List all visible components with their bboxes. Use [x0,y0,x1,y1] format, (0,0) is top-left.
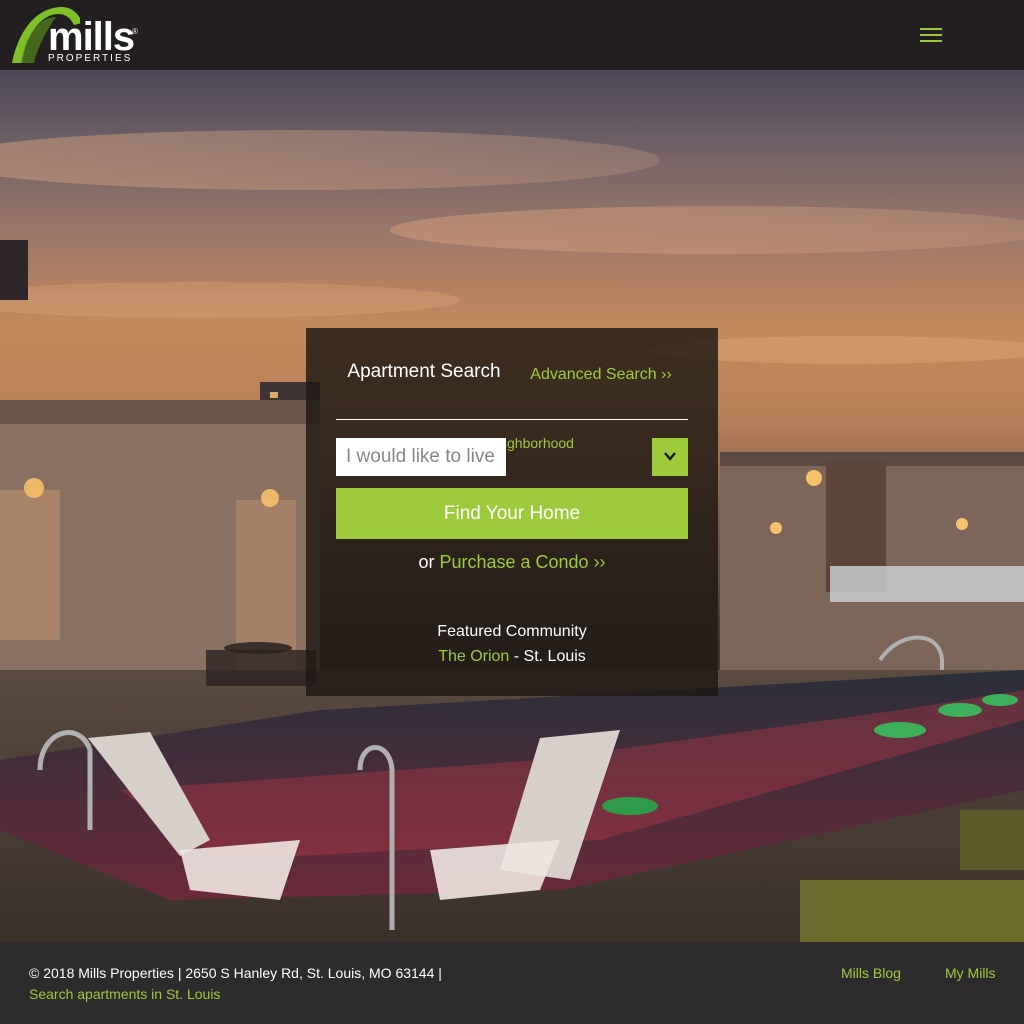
site-footer: © 2018 Mills Properties | 2650 S Hanley … [0,942,1024,1024]
condo-prefix: or [418,552,435,572]
my-mills-link[interactable]: My Mills [945,965,996,981]
advanced-search-link[interactable]: Advanced Search ›› [506,366,696,384]
featured-community-location: - St. Louis [509,648,586,665]
mills-properties-logo[interactable]: mills ® PROPERTIES [10,5,145,67]
menu-bar [920,40,942,42]
featured-community: Featured Community The Orion - St. Louis [306,619,718,669]
search-apartments-link[interactable]: Search apartments in St. Louis [29,986,220,1002]
tab-divider [336,419,688,420]
copyright-text: © 2018 Mills Properties | 2650 S Hanley … [29,965,442,981]
location-search-input[interactable] [336,438,506,476]
chevron-down-icon [664,452,676,461]
logo-subtext: PROPERTIES [48,53,133,64]
featured-community-line: The Orion - St. Louis [306,644,718,669]
hamburger-menu-icon[interactable] [918,24,944,46]
neighborhood-dropdown-button[interactable] [652,438,688,476]
menu-bar [920,28,942,30]
find-your-home-button[interactable]: Find Your Home [336,488,688,539]
purchase-condo-link[interactable]: Purchase a Condo ›› [439,552,605,572]
tab-apartment-search[interactable]: Apartment Search [346,358,502,386]
featured-community-link[interactable]: The Orion [438,648,509,665]
logo-registered-mark: ® [132,27,138,36]
menu-bar [920,34,942,36]
site-header: mills ® PROPERTIES [0,0,1024,70]
featured-community-label: Featured Community [437,623,587,640]
purchase-condo-line: or Purchase a Condo ›› [306,552,718,573]
apartment-search-panel: Apartment Search Advanced Search ›› Neig… [306,328,718,696]
mills-blog-link[interactable]: Mills Blog [841,965,901,981]
